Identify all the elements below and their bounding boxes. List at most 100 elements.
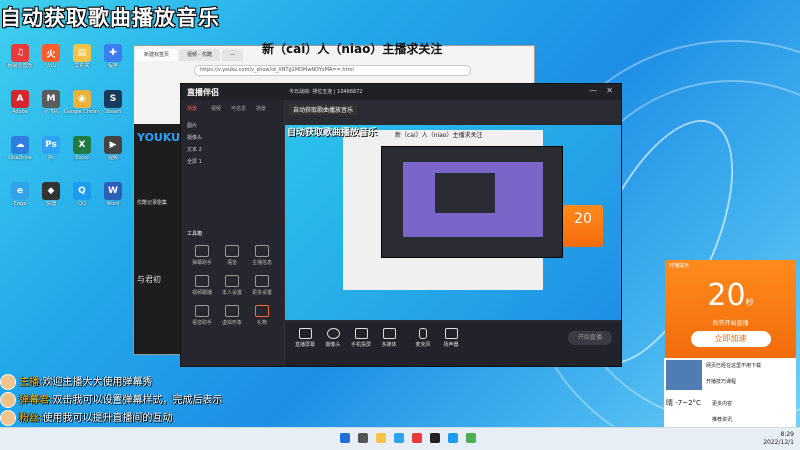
- tool-button[interactable]: 虚拟形象: [219, 305, 245, 326]
- tool-button[interactable]: 本人设置: [219, 275, 245, 296]
- taskbar: 8:29 2022/12/1: [0, 427, 800, 450]
- netease-icon[interactable]: [412, 433, 422, 443]
- browser-tab[interactable]: —: [222, 49, 243, 61]
- tool-button[interactable]: 礼物: [249, 305, 275, 326]
- chat-line: 弹幕君:双击我可以设置弹幕样式，完成后表示: [0, 391, 222, 408]
- search-icon[interactable]: [358, 433, 368, 443]
- system-clock[interactable]: 8:29 2022/12/1: [763, 431, 794, 447]
- app-icon: ◆: [42, 182, 60, 200]
- address-bar[interactable]: https://v.youku.com/v_show/id_XNTg1MDMwN…: [194, 65, 471, 76]
- preview-countdown: 20: [563, 205, 603, 247]
- tab-scene[interactable]: 场景: [187, 105, 197, 112]
- minimize-icon[interactable]: —: [589, 86, 597, 95]
- youku-title: 与君初: [137, 275, 161, 284]
- tool-button[interactable]: 弹幕助手: [189, 245, 215, 266]
- app-icon: ◉: [73, 90, 91, 108]
- news-item[interactable]: 开播技巧课程: [706, 378, 736, 385]
- desktop: ♫ 网易云音乐火火山 ▤ 文件夹 ✚ 程序 A Adobe M 小飞机 ◉ Google Chrome…: [0, 0, 800, 450]
- desktop-icon[interactable]: ▶ 视频: [95, 136, 131, 161]
- stream-preview[interactable]: 新（cai）人（niao）主播求关注 自动获取歌曲播放音乐 20: [285, 125, 621, 320]
- speed-up-button[interactable]: 立即加速: [690, 331, 771, 347]
- desktop-icon[interactable]: W Word: [95, 182, 131, 207]
- countdown-header: 开播提示: [669, 263, 690, 269]
- streamer-status: 今日战绩: 排位五连 | 10466872: [289, 89, 363, 95]
- avatar: [0, 374, 16, 390]
- tab-info[interactable]: 可信息: [231, 105, 246, 112]
- speaker-button[interactable]: 扬声器: [437, 328, 465, 348]
- layer-item[interactable]: 全屏 1: [187, 158, 202, 165]
- layer-item[interactable]: 摄像头: [187, 134, 202, 141]
- app-icon: Q: [73, 182, 91, 200]
- app-icon: S: [104, 90, 122, 108]
- tool-button[interactable]: 语音助手: [189, 305, 215, 326]
- weather-temp: 晴 -7~2°C: [666, 399, 701, 407]
- streamer-titlebar: 直播伴侣 今日战绩: 排位五连 | 10466872 ✕ —: [181, 84, 621, 100]
- desktop-icon-label: 程序: [107, 63, 118, 69]
- youku-logo[interactable]: YOUKU: [137, 131, 180, 144]
- tool-button[interactable]: 更多设置: [249, 275, 275, 296]
- edge-icon[interactable]: [394, 433, 404, 443]
- wechat-icon[interactable]: [466, 433, 476, 443]
- app-icon: ☁: [11, 136, 29, 154]
- news-item[interactable]: 推荐资讯: [712, 416, 732, 423]
- app-icon: Ps: [42, 136, 60, 154]
- preview-notice: 新（cai）人（niao）主播求关注: [395, 132, 483, 139]
- desktop-icon[interactable]: S Steam: [95, 90, 131, 115]
- app-icon: ✚: [104, 44, 122, 62]
- app-icon: W: [104, 182, 122, 200]
- scene-title: 自动获取歌曲播放音乐: [289, 104, 358, 115]
- close-icon[interactable]: ✕: [606, 86, 613, 95]
- tab-extra[interactable]: 场景: [256, 105, 266, 112]
- app-icon: e: [11, 182, 29, 200]
- app-icon: X: [73, 136, 91, 154]
- overlay-notice: 新（cai）人（niao）主播求关注: [262, 42, 443, 56]
- desktop-icon-label: 视频: [107, 155, 118, 161]
- youku-caption: 优酷记录剧集: [137, 200, 168, 206]
- news-item[interactable]: 更多内容: [712, 400, 732, 407]
- camera-button[interactable]: 摄像头: [319, 328, 347, 348]
- media-button[interactable]: 多媒体: [375, 328, 403, 348]
- tool-button[interactable]: 语音: [219, 245, 245, 266]
- file-explorer-icon[interactable]: [376, 433, 386, 443]
- youku-sidebar: YOUKU 优酷记录剧集 与君初: [134, 124, 186, 354]
- tab-video[interactable]: 视频: [211, 105, 221, 112]
- chat-line: 主播:欢迎主播大大使用弹幕秀: [0, 373, 152, 390]
- streamer-app-name: 直播伴侣: [187, 88, 219, 97]
- desktop-icon[interactable]: ✚ 程序: [95, 44, 131, 69]
- screen-capture-button[interactable]: 直播屏幕: [291, 328, 319, 348]
- countdown-popup: 开播提示 20秒 后将开始直播 立即加速: [665, 260, 796, 358]
- start-icon[interactable]: [340, 433, 350, 443]
- app-icon: A: [11, 90, 29, 108]
- browser-tab[interactable]: 视频 - 优酷: [179, 49, 220, 61]
- desktop-icon-label: Steam: [104, 109, 122, 115]
- avatar: [0, 392, 16, 408]
- news-item[interactable]: 网页已经在这里不用下载: [706, 362, 761, 369]
- tool-button[interactable]: 视频跟播: [189, 275, 215, 296]
- start-live-button[interactable]: 开始直播: [568, 331, 612, 345]
- phone-cast-button[interactable]: 手机投屏: [347, 328, 375, 348]
- app-icon: M: [42, 90, 60, 108]
- news-widget: 网页已经在这里不用下载 开播技巧课程 晴 -7~2°C 更多内容 推荐资讯: [664, 358, 796, 428]
- layer-item[interactable]: 文本 2: [187, 146, 202, 153]
- desktop-icon-label: Word: [106, 201, 120, 207]
- overlay-title: 自动获取歌曲播放音乐: [0, 6, 220, 30]
- streamer-taskbar-icon[interactable]: [430, 433, 440, 443]
- app-icon: 火: [42, 44, 60, 62]
- streamer-left-panel: 场景 视频 可信息 场景 图片 摄像头 文本 2 全屏 1 工具箱 弹幕助手 语…: [181, 100, 285, 366]
- streamer-app-window[interactable]: 直播伴侣 今日战绩: 排位五连 | 10466872 ✕ — 自动获取歌曲播放音…: [180, 83, 622, 367]
- qq-icon[interactable]: [448, 433, 458, 443]
- microphone-button[interactable]: 麦克风: [409, 328, 437, 348]
- avatar: [0, 410, 16, 426]
- app-icon: ♫: [11, 44, 29, 62]
- streamer-bottom-bar: 直播屏幕 摄像头 手机投屏 多媒体 麦克风 扬声器 开始直播: [285, 322, 621, 366]
- toolbox-header: 工具箱: [187, 231, 203, 237]
- browser-tab[interactable]: 新建标签页: [136, 49, 178, 61]
- layer-item[interactable]: 图片: [187, 122, 197, 129]
- preview-title: 自动获取歌曲播放音乐: [287, 128, 378, 138]
- app-icon: ▶: [104, 136, 122, 154]
- tool-button[interactable]: 主播信息: [249, 245, 275, 266]
- countdown-number: 20秒: [707, 278, 754, 313]
- chat-line: 粉丝:使用我可以提升直播间的互动: [0, 409, 172, 426]
- countdown-subtext: 后将开始直播: [712, 320, 749, 327]
- app-icon: ▤: [73, 44, 91, 62]
